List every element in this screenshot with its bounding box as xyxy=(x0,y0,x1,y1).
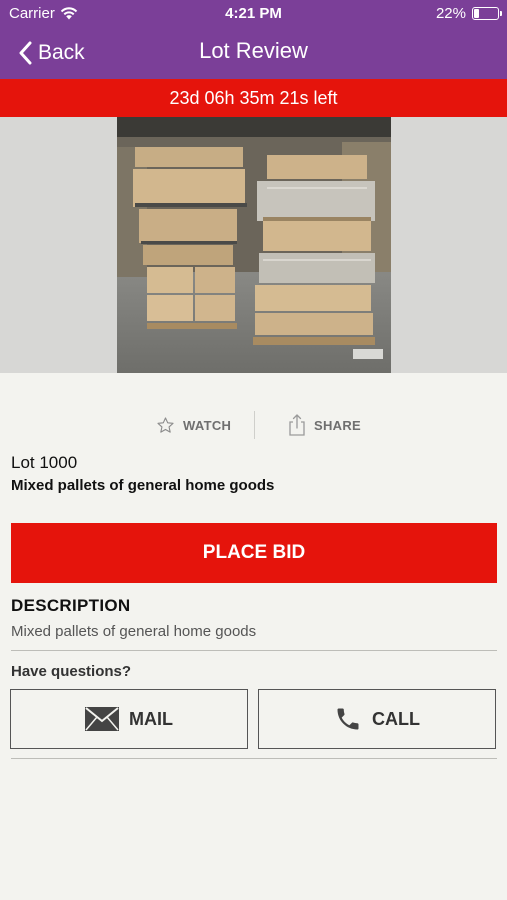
mail-label: MAIL xyxy=(129,708,173,729)
divider xyxy=(11,650,497,651)
share-button[interactable]: SHARE xyxy=(288,408,361,442)
app-header: Carrier 4:21 PM 22% Back Lot Review xyxy=(0,0,507,79)
call-button[interactable]: CALL xyxy=(258,689,496,749)
status-bar: Carrier 4:21 PM 22% xyxy=(0,0,507,28)
envelope-icon xyxy=(85,707,119,731)
description-heading: DESCRIPTION xyxy=(11,596,131,615)
share-icon xyxy=(289,414,305,436)
phone-icon xyxy=(337,708,359,730)
share-label: SHARE xyxy=(314,417,362,433)
call-label: CALL xyxy=(372,708,420,729)
countdown-banner: 23d 06h 35m 21s left xyxy=(0,79,507,117)
lot-title: Mixed pallets of general home goods xyxy=(11,477,275,494)
description-text: Mixed pallets of general home goods xyxy=(11,623,257,640)
battery-percent: 22% xyxy=(435,5,466,22)
watch-label: WATCH xyxy=(183,417,232,433)
lot-photo-area xyxy=(0,117,507,373)
lot-number: Lot 1000 xyxy=(11,453,78,472)
star-outline-icon xyxy=(157,416,174,433)
status-time: 4:21 PM xyxy=(225,5,282,22)
lot-photo[interactable] xyxy=(117,117,391,373)
actions-divider xyxy=(254,411,255,439)
battery-icon xyxy=(472,7,502,20)
page-title: Lot Review xyxy=(199,38,308,63)
divider xyxy=(11,758,497,759)
status-battery: 22% xyxy=(435,5,502,22)
mail-button[interactable]: MAIL xyxy=(10,689,248,749)
lot-actions: WATCH SHARE xyxy=(0,408,507,442)
watch-button[interactable]: WATCH xyxy=(156,408,231,442)
battery-level xyxy=(474,9,480,18)
questions-label: Have questions? xyxy=(11,663,132,680)
place-bid-button[interactable]: PLACE BID xyxy=(11,523,497,583)
